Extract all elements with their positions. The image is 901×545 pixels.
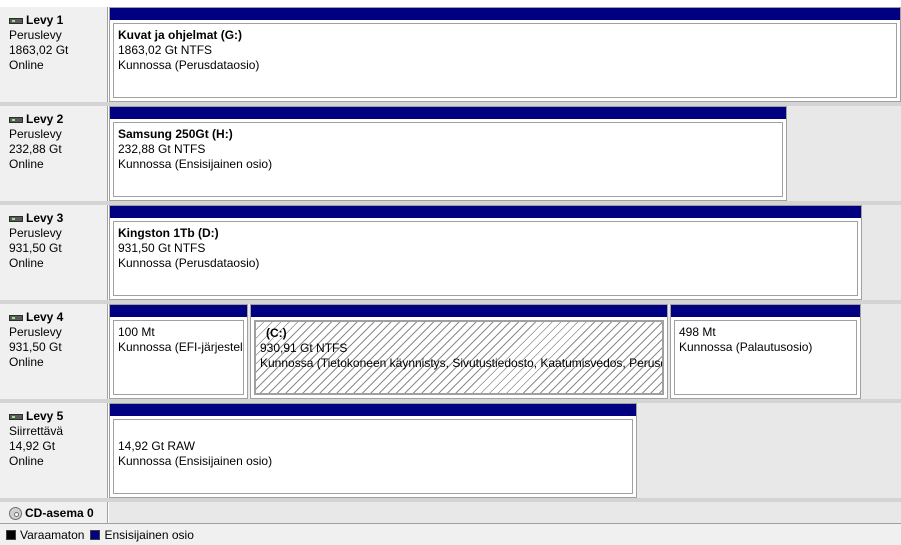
disk-name: Levy 5: [26, 409, 64, 423]
removable-disk-icon: [9, 413, 23, 420]
partition-title: Samsung 250Gt (H:): [118, 127, 233, 141]
partition-status: Kunnossa (Ensisijainen osio): [118, 454, 273, 468]
disk-name: Levy 3: [26, 211, 64, 225]
disk-status: Online: [9, 454, 44, 468]
partition-size: 14,92 Gt RAW: [118, 439, 195, 453]
disk-status: Online: [9, 157, 44, 171]
partition-status: Kunnossa (Perusdataosio): [118, 256, 260, 270]
partition-raw[interactable]: 14,92 Gt RAW Kunnossa (Ensisijainen osio…: [109, 403, 637, 498]
disk-row-3[interactable]: Levy 3 Peruslevy 931,50 Gt Online Kingst…: [0, 205, 901, 300]
partition-c[interactable]: (C:) 930,91 Gt NTFS Kunnossa (Tietokonee…: [250, 304, 668, 399]
legend-label: Ensisijainen osio: [104, 527, 194, 542]
partition-color-bar: [671, 305, 860, 317]
legend-item-unallocated: Varaamaton: [6, 528, 84, 542]
partition-color-bar: [110, 8, 900, 20]
disk-info-3[interactable]: Levy 3 Peruslevy 931,50 Gt Online: [0, 205, 108, 300]
partition-size: 100 Mt: [118, 325, 155, 339]
partition-title: Kingston 1Tb (D:): [118, 226, 219, 240]
partition-color-bar: [110, 206, 861, 218]
partition-status: Kunnossa (Ensisijainen osio): [118, 157, 273, 171]
disk-name: Levy 1: [26, 13, 64, 27]
partition-title: Kuvat ja ohjelmat (G:): [118, 28, 243, 42]
partition-g[interactable]: Kuvat ja ohjelmat (G:) 1863,02 Gt NTFS K…: [109, 7, 901, 102]
disk-info-4[interactable]: Levy 4 Peruslevy 931,50 Gt Online: [0, 304, 108, 399]
partition-size: 931,50 Gt NTFS: [118, 241, 206, 255]
disk-partition-area: Kuvat ja ohjelmat (G:) 1863,02 Gt NTFS K…: [109, 7, 901, 102]
navy-square-icon: [90, 529, 101, 540]
partition-color-bar: [251, 305, 667, 317]
disk-type: Peruslevy: [9, 226, 62, 240]
partition-color-bar: [110, 107, 786, 119]
partition-status: Kunnossa (EFI-järjestelmäosio): [118, 340, 243, 354]
disk-drive-icon: [9, 17, 23, 24]
partition-title: (C:): [266, 326, 287, 340]
disk-row-2[interactable]: Levy 2 Peruslevy 232,88 Gt Online Samsun…: [0, 106, 901, 201]
partition-status: Kunnossa (Palautusosio): [679, 340, 813, 354]
cd-partition-area: [109, 502, 901, 523]
partition-size: 1863,02 Gt NTFS: [118, 43, 213, 57]
disk-row-4[interactable]: Levy 4 Peruslevy 931,50 Gt Online 100 Mt…: [0, 304, 901, 399]
disk-drive-icon: [9, 314, 23, 321]
disk-info-1[interactable]: Levy 1 Peruslevy 1863,02 Gt Online: [0, 7, 108, 102]
legend-item-primary: Ensisijainen osio: [90, 527, 194, 542]
disk-name: Levy 4: [26, 310, 64, 324]
black-square-icon: [6, 529, 16, 540]
partition-efi[interactable]: 100 Mt Kunnossa (EFI-järjestelmäosio): [109, 304, 248, 399]
partition-status: Kunnossa (Perusdataosio): [118, 58, 260, 72]
disk-status: Online: [9, 355, 44, 369]
partition-color-bar: [110, 404, 636, 416]
disk-info-5[interactable]: Levy 5 Siirrettävä 14,92 Gt Online: [0, 403, 108, 498]
disk-partition-area: 100 Mt Kunnossa (EFI-järjestelmäosio) (C…: [109, 304, 901, 399]
partition-size: 930,91 Gt NTFS: [260, 341, 348, 355]
cd-drive-name: CD-asema 0: [25, 506, 94, 520]
legend-label: Varaamaton: [20, 527, 85, 542]
disk-size: 931,50 Gt: [9, 340, 62, 354]
cd-drive-info[interactable]: CD-asema 0: [0, 502, 108, 523]
disk-type: Peruslevy: [9, 127, 62, 141]
disk-size: 931,50 Gt: [9, 241, 62, 255]
disk-size: 1863,02 Gt: [9, 43, 69, 57]
disk-status: Online: [9, 58, 44, 72]
disk-size: 232,88 Gt: [9, 142, 62, 156]
disk-type: Peruslevy: [9, 325, 62, 339]
disk-size: 14,92 Gt: [9, 439, 56, 453]
partition-d[interactable]: Kingston 1Tb (D:) 931,50 Gt NTFS Kunnoss…: [109, 205, 862, 300]
partition-recovery[interactable]: 498 Mt Kunnossa (Palautusosio): [670, 304, 861, 399]
disk-partition-area: Samsung 250Gt (H:) 232,88 Gt NTFS Kunnos…: [109, 106, 901, 201]
partition-size: 498 Mt: [679, 325, 716, 339]
disk-row-5[interactable]: Levy 5 Siirrettävä 14,92 Gt Online 14,92…: [0, 403, 901, 498]
disk-partition-area: 14,92 Gt RAW Kunnossa (Ensisijainen osio…: [109, 403, 901, 498]
cd-drive-row[interactable]: CD-asema 0: [0, 502, 901, 523]
cd-drive-icon: [9, 507, 22, 520]
partition-color-bar: [110, 305, 247, 317]
disk-partition-area: Kingston 1Tb (D:) 931,50 Gt NTFS Kunnoss…: [109, 205, 901, 300]
disk-name: Levy 2: [26, 112, 64, 126]
partition-size: 232,88 Gt NTFS: [118, 142, 206, 156]
disk-status: Online: [9, 256, 44, 270]
disk-info-2[interactable]: Levy 2 Peruslevy 232,88 Gt Online: [0, 106, 108, 201]
selected-partition-body: (C:) 930,91 Gt NTFS Kunnossa (Tietokonee…: [254, 320, 664, 395]
disk-drive-icon: [9, 116, 23, 123]
legend-bar: Varaamaton Ensisijainen osio: [0, 523, 901, 545]
disk-type: Siirrettävä: [9, 424, 64, 438]
partition-h[interactable]: Samsung 250Gt (H:) 232,88 Gt NTFS Kunnos…: [109, 106, 787, 201]
disk-type: Peruslevy: [9, 28, 62, 42]
disk-row-1[interactable]: Levy 1 Peruslevy 1863,02 Gt Online Kuvat…: [0, 7, 901, 102]
partition-status: Kunnossa (Tietokoneen käynnistys, Sivutu…: [260, 356, 662, 370]
disk-drive-icon: [9, 215, 23, 222]
